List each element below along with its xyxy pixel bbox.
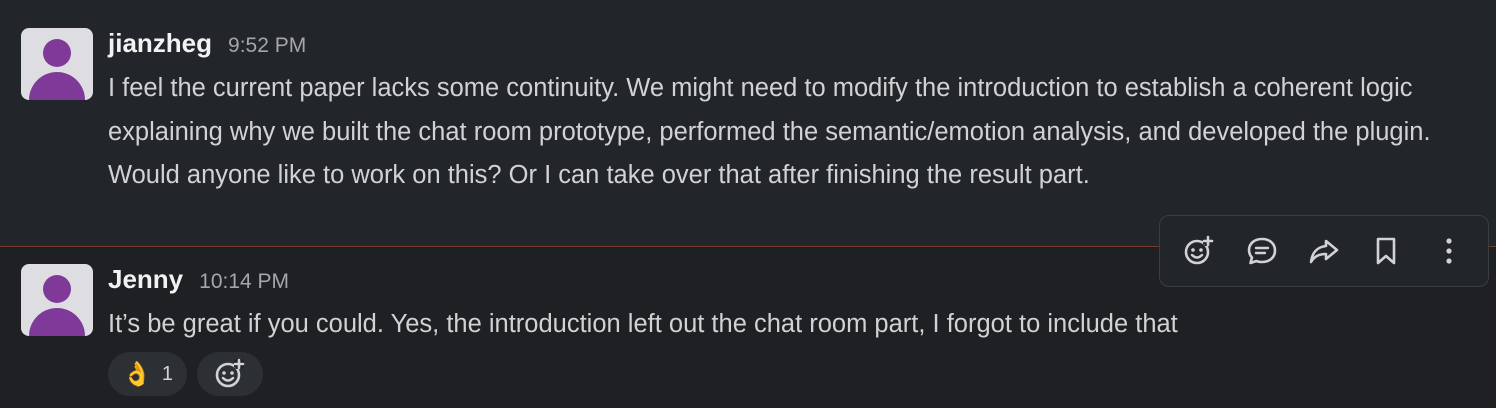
reaction-count: 1 (161, 362, 174, 385)
forward-icon (1309, 239, 1339, 264)
more-actions-icon (1446, 238, 1452, 264)
reactions-bar: 👌 1 (108, 352, 264, 396)
reply-in-thread-button[interactable] (1239, 228, 1285, 274)
add-reaction-button[interactable] (197, 352, 264, 396)
reaction-ok-hand[interactable]: 👌 1 (108, 352, 188, 396)
message-header: jianzheg 9:52 PM (108, 28, 306, 59)
save-button[interactable] (1363, 228, 1409, 274)
timestamp[interactable]: 9:52 PM (228, 34, 306, 58)
message-text: It’s be great if you could. Yes, the int… (108, 310, 1178, 338)
forward-button[interactable] (1301, 228, 1347, 274)
reply-in-thread-icon (1247, 237, 1276, 265)
message-header: Jenny 10:14 PM (108, 264, 289, 295)
save-bookmark-icon (1377, 237, 1396, 265)
more-actions-button[interactable] (1426, 228, 1472, 274)
message-actions-toolbar (1159, 215, 1489, 287)
avatar[interactable] (21, 264, 93, 336)
avatar[interactable] (21, 28, 93, 100)
add-reaction-button[interactable] (1176, 228, 1222, 274)
message-1[interactable]: jianzheg 9:52 PM I feel the current pape… (0, 0, 1496, 246)
ok-hand-emoji: 👌 (122, 360, 152, 388)
author-name[interactable]: Jenny (108, 264, 183, 295)
add-reaction-icon (1184, 235, 1214, 265)
author-name[interactable]: jianzheg (108, 28, 212, 59)
message-text: I feel the current paper lacks some cont… (108, 74, 1431, 189)
timestamp[interactable]: 10:14 PM (199, 270, 289, 294)
add-reaction-icon (215, 358, 245, 388)
